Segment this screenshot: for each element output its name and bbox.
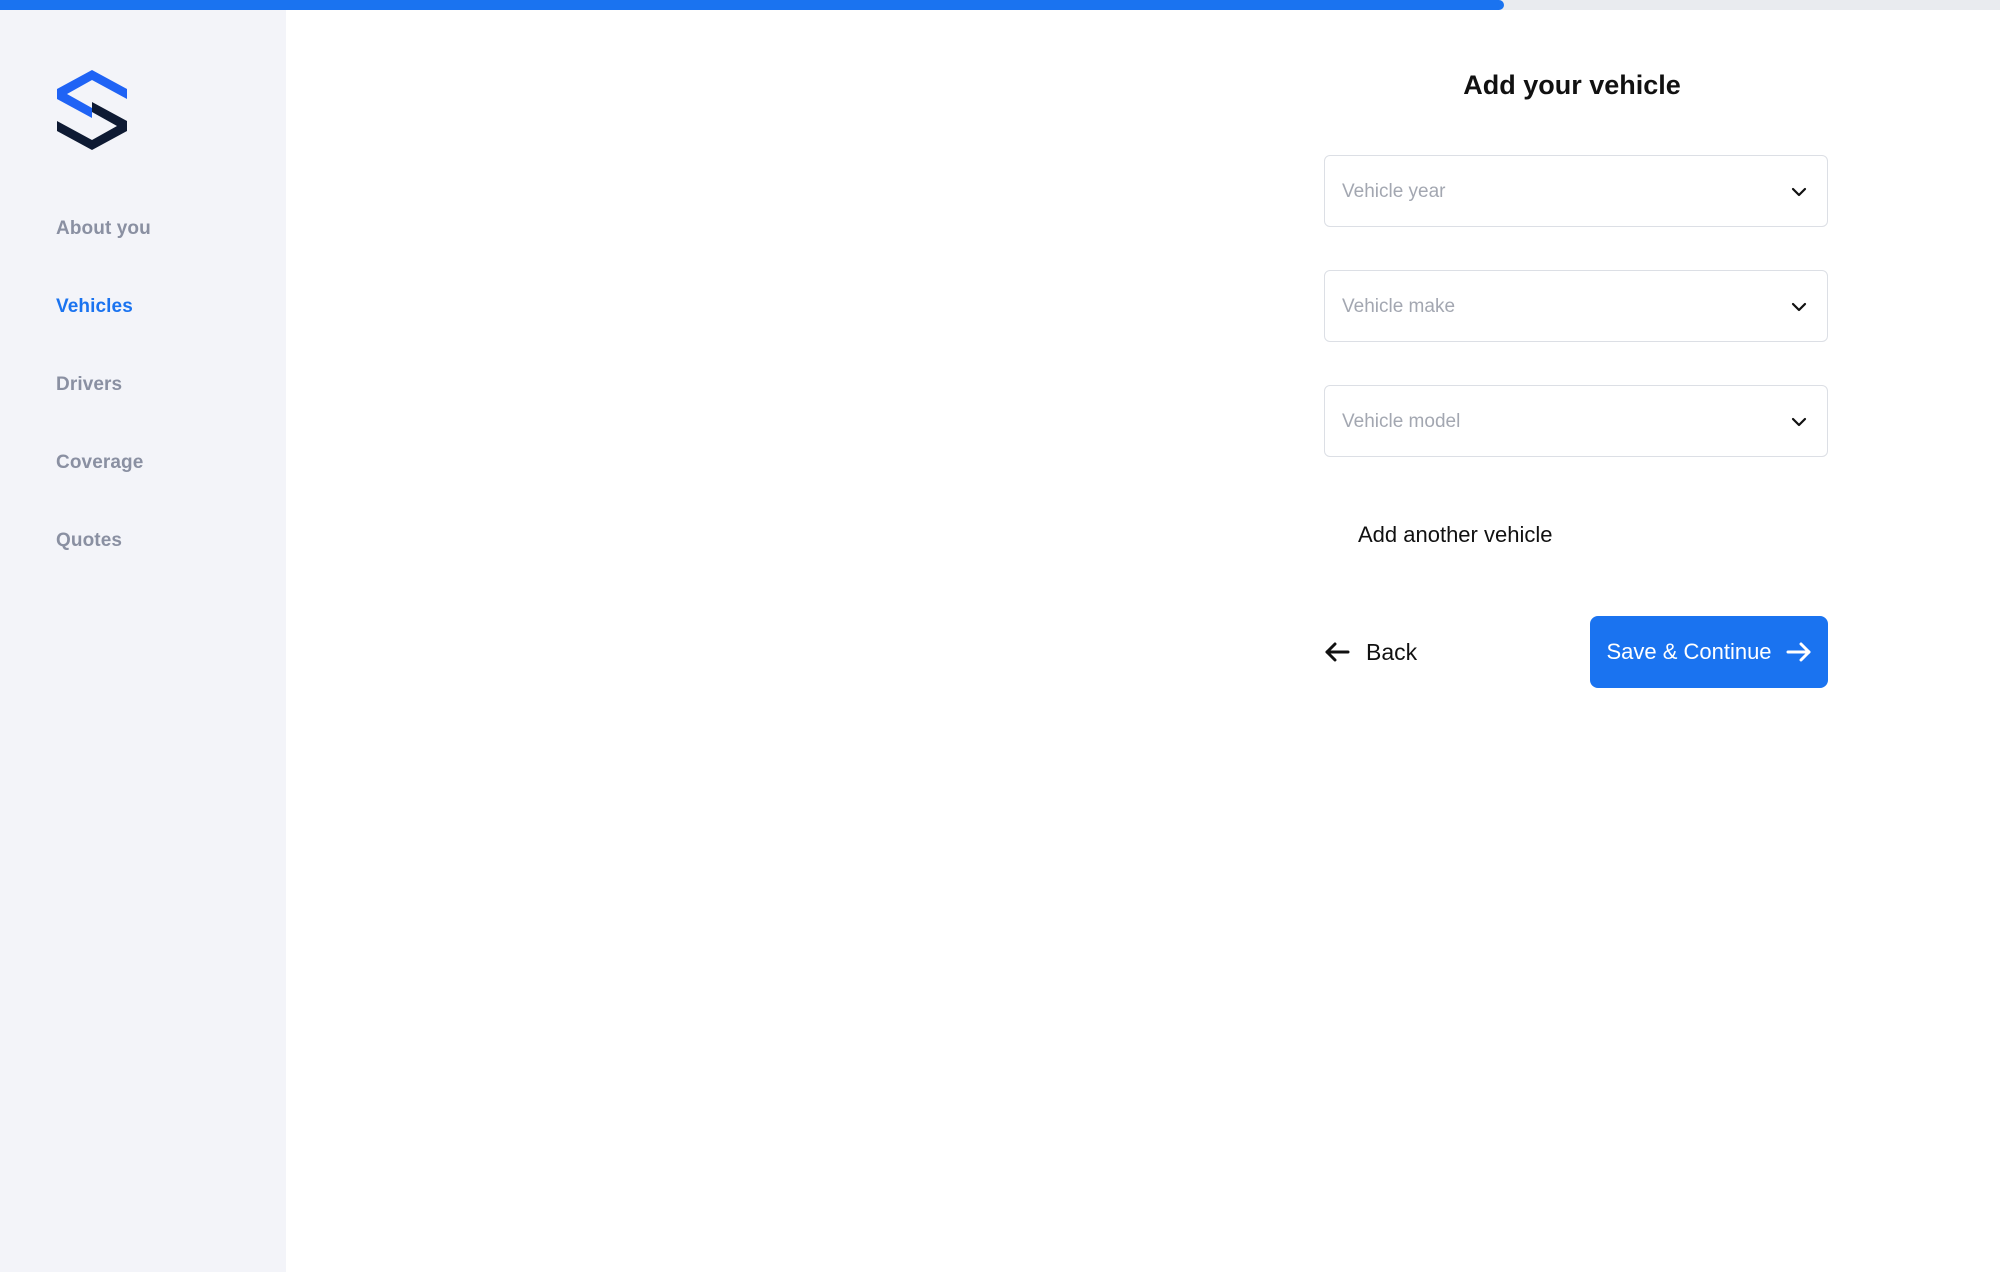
sidebar-item-quotes[interactable]: Quotes: [56, 530, 122, 552]
vehicle-model-placeholder: Vehicle model: [1342, 411, 1461, 432]
sidebar-item-drivers[interactable]: Drivers: [56, 374, 122, 396]
chevron-down-icon: [1791, 417, 1807, 427]
vehicle-make-select[interactable]: Vehicle make: [1324, 270, 1828, 342]
vehicle-model-select[interactable]: Vehicle model: [1324, 385, 1828, 457]
sidebar: About you Vehicles Drivers Coverage Quot…: [0, 10, 286, 1272]
progress-bar: [0, 0, 2000, 10]
back-button[interactable]: Back: [1324, 616, 1417, 688]
vehicle-year-placeholder: Vehicle year: [1342, 181, 1446, 202]
chevron-down-icon: [1791, 302, 1807, 312]
page-title: Add your vehicle: [1463, 70, 1681, 100]
arrow-left-icon: [1325, 642, 1350, 662]
sidebar-item-vehicles[interactable]: Vehicles: [56, 296, 133, 318]
brand-logo[interactable]: [54, 67, 130, 153]
back-button-label: Back: [1366, 638, 1418, 665]
sidebar-item-coverage[interactable]: Coverage: [56, 452, 143, 474]
vehicle-year-select[interactable]: Vehicle year: [1324, 155, 1828, 227]
arrow-right-icon: [1786, 642, 1811, 662]
save-continue-button[interactable]: Save & Continue: [1590, 616, 1828, 688]
save-continue-label: Save & Continue: [1606, 639, 1772, 664]
chevron-down-icon: [1791, 187, 1807, 197]
sidebar-item-about-you[interactable]: About you: [56, 218, 151, 240]
progress-bar-fill: [0, 0, 1504, 10]
vehicle-make-placeholder: Vehicle make: [1342, 296, 1456, 317]
add-another-vehicle-link[interactable]: Add another vehicle: [1358, 522, 1552, 548]
